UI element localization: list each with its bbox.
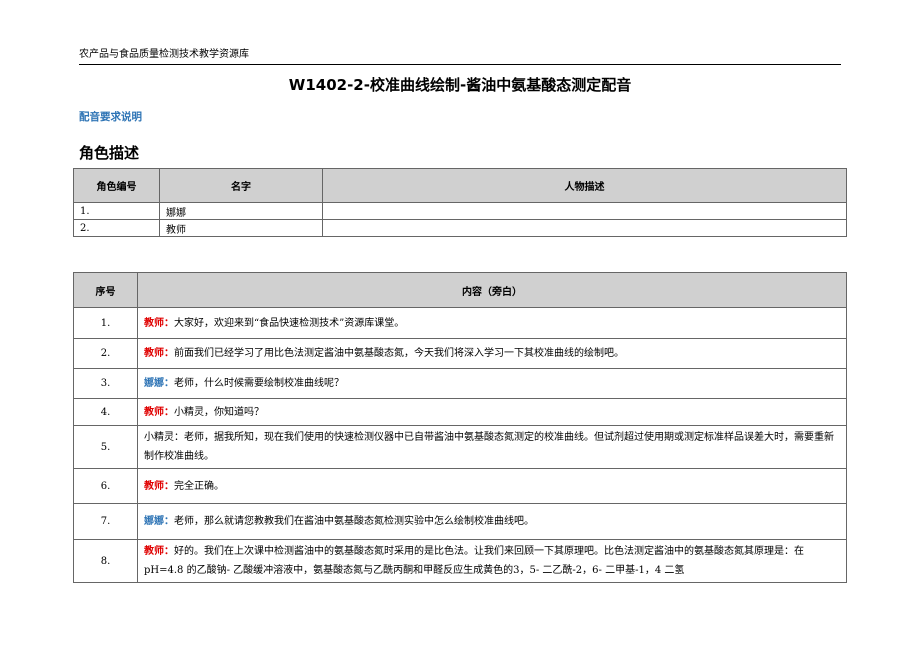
line-speaker: 教师： bbox=[144, 406, 174, 418]
role-name-header: 名字 bbox=[159, 168, 323, 203]
line-content: 教师：完全正确。 bbox=[137, 468, 847, 504]
line-number: 2. bbox=[73, 338, 138, 369]
roles-header-row: 角色编号 名字 人物描述 bbox=[73, 168, 847, 203]
line-text: 好的。我们在上次课中检测酱油中的氨基酸态氮时采用的是比色法。让我们来回顾一下其原… bbox=[144, 546, 804, 576]
role-number: 1. bbox=[73, 202, 160, 220]
line-number-header: 序号 bbox=[73, 272, 138, 308]
line-content: 教师：前面我们已经学习了用比色法测定酱油中氨基酸态氮，今天我们将深入学习一下其校… bbox=[137, 338, 847, 369]
line-number: 3. bbox=[73, 368, 138, 399]
line-text: 小精灵：老师，据我所知，现在我们使用的快速检测仪器中已自带酱油中氨基酸态氮测定的… bbox=[144, 432, 834, 462]
role-number: 2. bbox=[73, 219, 160, 237]
line-speaker: 教师： bbox=[144, 317, 174, 329]
lines-header-row: 序号 内容（旁白） bbox=[73, 272, 847, 308]
role-row: 1. 娜娜 bbox=[73, 202, 847, 220]
line-text: 完全正确。 bbox=[174, 480, 224, 492]
line-text: 前面我们已经学习了用比色法测定酱油中氨基酸态氮，今天我们将深入学习一下其校准曲线… bbox=[174, 348, 624, 359]
script-line-row: 7. 娜娜：老师，那么就请您教教我们在酱油中氨基酸态氮检测实验中怎么绘制校准曲线… bbox=[73, 503, 847, 540]
line-content: 教师：大家好，欢迎来到“食品快速检测技术”资源库课堂。 bbox=[137, 307, 847, 339]
line-content: 教师：小精灵，你知道吗？ bbox=[137, 398, 847, 426]
line-content: 小精灵：老师，据我所知，现在我们使用的快速检测仪器中已自带酱油中氨基酸态氮测定的… bbox=[137, 425, 847, 469]
script-line-row: 3. 娜娜：老师，什么时候需要绘制校准曲线呢？ bbox=[73, 368, 847, 399]
header-rule bbox=[79, 64, 841, 65]
script-line-row: 8. 教师：好的。我们在上次课中检测酱油中的氨基酸态氮时采用的是比色法。让我们来… bbox=[73, 539, 847, 583]
role-description-header: 人物描述 bbox=[322, 168, 847, 203]
line-number: 4. bbox=[73, 398, 138, 426]
role-number-header: 角色编号 bbox=[73, 168, 160, 203]
line-text: 小精灵，你知道吗？ bbox=[174, 406, 264, 418]
script-line-row: 2. 教师：前面我们已经学习了用比色法测定酱油中氨基酸态氮，今天我们将深入学习一… bbox=[73, 338, 847, 369]
line-number: 6. bbox=[73, 468, 138, 504]
script-line-row: 5. 小精灵：老师，据我所知，现在我们使用的快速检测仪器中已自带酱油中氨基酸态氮… bbox=[73, 425, 847, 469]
document-title: W1402-2-校准曲线绘制-酱油中氨基酸态测定配音 bbox=[288, 76, 632, 94]
script-lines-table: 序号 内容（旁白） 1. 教师：大家好，欢迎来到“食品快速检测技术”资源库课堂。… bbox=[73, 272, 847, 583]
roles-heading: 角色描述 bbox=[79, 144, 140, 162]
script-line-row: 1. 教师：大家好，欢迎来到“食品快速检测技术”资源库课堂。 bbox=[73, 307, 847, 339]
line-speaker: 教师： bbox=[144, 546, 174, 557]
line-speaker: 娜娜： bbox=[144, 378, 174, 389]
line-speaker: 教师： bbox=[144, 480, 174, 492]
line-text: 老师，什么时候需要绘制校准曲线呢？ bbox=[174, 378, 344, 389]
line-content: 娜娜：老师，那么就请您教教我们在酱油中氨基酸态氮检测实验中怎么绘制校准曲线吧。 bbox=[137, 503, 847, 540]
roles-table: 角色编号 名字 人物描述 1. 娜娜 2. 教师 bbox=[73, 168, 847, 237]
role-name: 教师 bbox=[159, 219, 323, 237]
role-name: 娜娜 bbox=[159, 202, 323, 220]
line-content: 教师：好的。我们在上次课中检测酱油中的氨基酸态氮时采用的是比色法。让我们来回顾一… bbox=[137, 539, 847, 583]
script-line-row: 6. 教师：完全正确。 bbox=[73, 468, 847, 504]
script-line-row: 4. 教师：小精灵，你知道吗？ bbox=[73, 398, 847, 426]
role-description bbox=[322, 219, 847, 237]
role-description bbox=[322, 202, 847, 220]
line-content-header: 内容（旁白） bbox=[137, 272, 847, 308]
line-number: 7. bbox=[73, 503, 138, 540]
line-number: 1. bbox=[73, 307, 138, 339]
line-text: 大家好，欢迎来到“食品快速检测技术”资源库课堂。 bbox=[174, 317, 405, 329]
line-text: 老师，那么就请您教教我们在酱油中氨基酸态氮检测实验中怎么绘制校准曲线吧。 bbox=[174, 516, 534, 527]
line-speaker: 娜娜： bbox=[144, 516, 174, 527]
line-number: 5. bbox=[73, 425, 138, 469]
line-speaker: 教师： bbox=[144, 348, 174, 359]
dubbing-requirements-heading: 配音要求说明 bbox=[79, 111, 142, 123]
line-content: 娜娜：老师，什么时候需要绘制校准曲线呢？ bbox=[137, 368, 847, 399]
role-row: 2. 教师 bbox=[73, 219, 847, 237]
running-header: 农产品与食品质量检测技术教学资源库 bbox=[79, 49, 249, 60]
line-number: 8. bbox=[73, 539, 138, 583]
